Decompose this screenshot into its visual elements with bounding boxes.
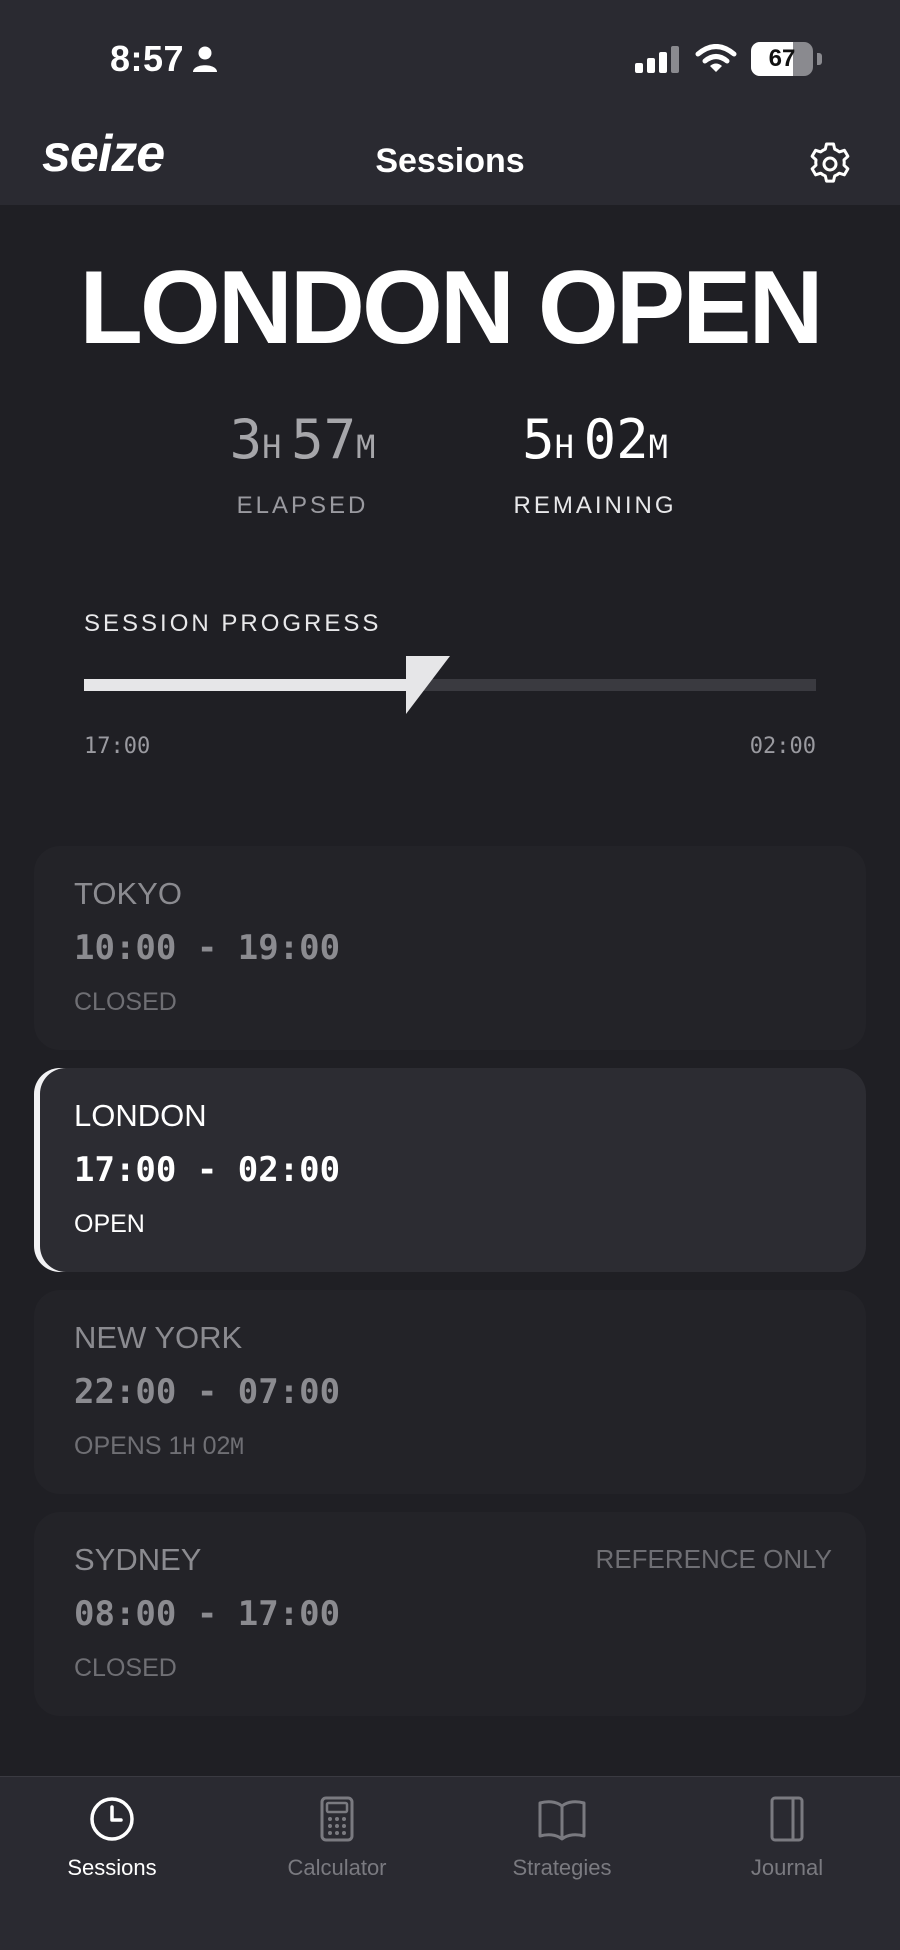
- remaining-timer: 5H 02M: [490, 408, 700, 471]
- book-icon: [538, 1800, 586, 1841]
- session-card-new-york[interactable]: NEW YORK 22:00 - 07:00 OPENS 1H 02M: [34, 1290, 866, 1494]
- status-hours-unit: H: [182, 1435, 196, 1460]
- tab-bar: Sessions Calculator Strategies Journal: [0, 1776, 900, 1950]
- tab-journal[interactable]: Journal: [687, 1795, 887, 1881]
- journal-icon: [770, 1796, 804, 1842]
- elapsed-hours: 3: [229, 408, 263, 471]
- calculator-icon: [320, 1796, 354, 1842]
- elapsed-label: ELAPSED: [236, 492, 369, 519]
- elapsed-timer: 3H 57M: [200, 408, 405, 471]
- top-bar: 8:57 67 seize Sessions: [0, 0, 900, 205]
- tab-label: Calculator: [287, 1855, 387, 1880]
- session-name: TOKYO: [74, 876, 182, 911]
- page-title: Sessions: [375, 142, 525, 180]
- session-hours: 10:00 - 19:00: [74, 928, 341, 968]
- session-card-tokyo[interactable]: TOKYO 10:00 - 19:00 CLOSED: [34, 846, 866, 1050]
- session-name: NEW YORK: [74, 1320, 243, 1355]
- session-hours: 22:00 - 07:00: [74, 1372, 341, 1412]
- remaining-minutes: 02: [583, 408, 649, 471]
- battery-nub: [817, 53, 822, 65]
- progress-end-time: 02:00: [749, 734, 816, 759]
- remaining-minutes-unit: M: [648, 428, 668, 466]
- session-status: CLOSED: [74, 988, 177, 1016]
- session-hours: 08:00 - 17:00: [74, 1594, 341, 1634]
- session-status: OPENS 1H 02M: [74, 1432, 244, 1461]
- session-status: CLOSED: [74, 1654, 177, 1682]
- wifi-icon: [695, 44, 737, 72]
- reference-only-badge: REFERENCE ONLY: [595, 1544, 832, 1574]
- session-heading: LONDON OPEN: [79, 250, 823, 366]
- progress-marker-icon: [406, 656, 451, 714]
- remaining-label: REMAINING: [513, 492, 677, 519]
- session-status: OPEN: [74, 1210, 145, 1238]
- progress-start-time: 17:00: [84, 734, 151, 759]
- tab-sessions[interactable]: Sessions: [12, 1795, 212, 1881]
- session-name: SYDNEY: [74, 1542, 202, 1577]
- person-icon: [193, 46, 218, 72]
- battery-icon: 67: [751, 42, 813, 76]
- tab-label: Journal: [750, 1855, 824, 1880]
- session-card-sydney[interactable]: SYDNEY REFERENCE ONLY 08:00 - 17:00 CLOS…: [34, 1512, 866, 1716]
- tab-calculator[interactable]: Calculator: [237, 1795, 437, 1881]
- progress-fill: [84, 679, 407, 691]
- status-minutes: 02: [195, 1432, 231, 1460]
- remaining-hours: 5: [522, 408, 555, 471]
- battery-level: 67: [768, 45, 796, 72]
- gear-icon[interactable]: [806, 140, 854, 188]
- progress-label: SESSION PROGRESS: [84, 610, 382, 637]
- cellular-signal-icon: [635, 46, 679, 73]
- status-prefix: OPENS 1: [74, 1432, 183, 1460]
- status-minutes-unit: M: [230, 1435, 244, 1460]
- elapsed-hours-unit: H: [262, 428, 282, 466]
- session-name: LONDON: [74, 1098, 207, 1133]
- elapsed-minutes-unit: M: [356, 428, 376, 466]
- remaining-hours-unit: H: [554, 428, 574, 466]
- status-time: 8:57: [110, 38, 218, 80]
- clock-icon: [90, 1797, 134, 1841]
- session-hours: 17:00 - 02:00: [74, 1150, 341, 1190]
- elapsed-minutes: 57: [291, 408, 357, 471]
- tab-strategies[interactable]: Strategies: [462, 1795, 662, 1881]
- status-icons: 67: [635, 42, 822, 76]
- tab-label: Sessions: [67, 1855, 157, 1880]
- tab-label: Strategies: [512, 1855, 612, 1880]
- session-card-london[interactable]: LONDON 17:00 - 02:00 OPEN: [34, 1068, 866, 1272]
- status-time-text: 8:57: [110, 38, 185, 79]
